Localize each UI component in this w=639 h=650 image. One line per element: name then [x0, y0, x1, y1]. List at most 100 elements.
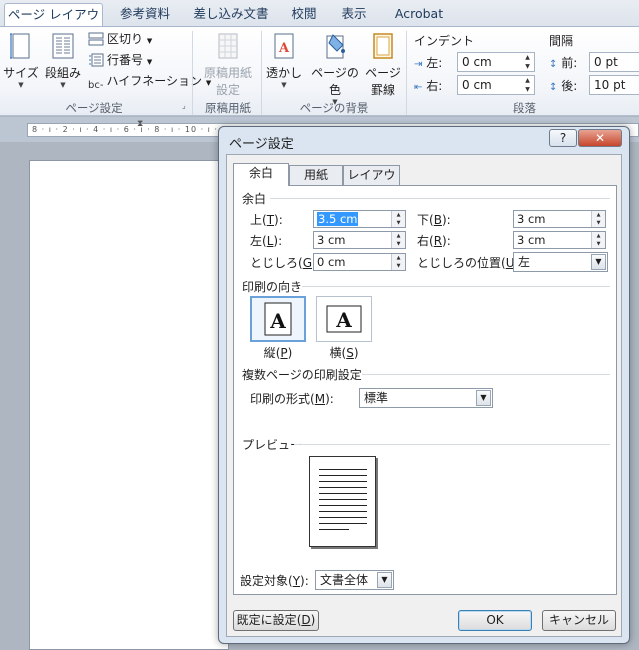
spacing-after-input[interactable]: 10 pt — [589, 75, 639, 95]
tab-mailings[interactable]: 差し込み文書 — [186, 3, 276, 26]
bottom-margin-input[interactable]: 3 cm ▲ ▼ — [513, 210, 606, 228]
cancel-button[interactable]: キャンセル — [542, 610, 616, 631]
chevron-down-icon[interactable]: ▼ — [377, 572, 392, 588]
page-setup-launcher-icon[interactable]: ⌟ — [182, 101, 186, 110]
gutter-position-select[interactable]: 左 ▼ — [513, 252, 608, 272]
gutter-input[interactable]: 0 cm ▲ ▼ — [313, 253, 406, 271]
portrait-icon-letter: A — [269, 309, 286, 333]
set-as-default-button[interactable]: 既定に設定(D) — [233, 610, 319, 631]
breaks-icon — [88, 32, 104, 46]
page-borders-label-line2: 罫線 — [370, 83, 395, 97]
ok-button[interactable]: OK — [458, 610, 532, 631]
ribbon: サイズ ▼ 段組み ▼ 区切り ▼ 行番号 ▼ bc- ハイフネーション ▼ ペー… — [0, 26, 639, 116]
help-button[interactable]: ? — [549, 129, 577, 147]
gutter-position-label: とじしろの位置(U): — [417, 256, 523, 270]
apply-to-label: 設定対象(Y): — [240, 574, 309, 588]
indent-right-input[interactable]: 0 cm ▲ ▼ — [457, 75, 535, 95]
paragraph-group-label: 段落 — [513, 101, 536, 115]
tab-paper[interactable]: 用紙 — [289, 165, 343, 185]
spacing-after-text: 後: — [561, 79, 578, 93]
top-margin-label: 上(T): — [250, 213, 283, 227]
page-color-icon — [326, 34, 345, 59]
bottom-margin-spin-icon[interactable]: ▲ ▼ — [591, 211, 605, 227]
svg-text:A: A — [278, 41, 290, 56]
indent-right-label: ⇤ 右: — [414, 77, 442, 94]
left-margin-value: 3 cm — [317, 233, 346, 247]
right-margin-spin-icon[interactable]: ▲ ▼ — [591, 232, 605, 248]
portrait-icon: A — [264, 302, 292, 336]
spacing-before-value: 0 pt — [594, 55, 618, 69]
portrait-option[interactable]: A — [250, 296, 306, 342]
left-margin-input[interactable]: 3 cm ▲ ▼ — [313, 231, 406, 249]
columns-button[interactable]: 段組み ▼ — [43, 31, 83, 89]
gutter-position-value: 左 — [518, 255, 531, 269]
spacing-before-label: ↕ 前: — [549, 54, 577, 71]
chevron-down-icon[interactable]: ▼ — [476, 390, 491, 406]
watermark-button[interactable]: A 透かし ▼ — [266, 31, 302, 89]
left-margin-spin-icon[interactable]: ▲ ▼ — [391, 232, 405, 248]
tab-layout[interactable]: レイアウト — [343, 165, 400, 200]
spacing-after-value: 10 pt — [594, 78, 626, 92]
page-color-label: ページの色 — [311, 66, 359, 97]
apply-to-select[interactable]: 文書全体 ▼ — [315, 570, 394, 590]
section-divider — [270, 198, 610, 199]
indent-left-label: ⇥ 左: — [414, 54, 442, 71]
document-page[interactable] — [29, 160, 229, 650]
manuscript-label-line1: 原稿用紙 — [203, 66, 252, 80]
top-margin-spin-icon[interactable]: ▲ ▼ — [391, 211, 405, 227]
gutter-value: 0 cm — [317, 255, 346, 269]
indent-right-spin-icon[interactable]: ▲ ▼ — [521, 76, 534, 94]
manuscript-group-label: 原稿用紙 — [205, 101, 251, 115]
hyphenation-icon: bc- — [88, 80, 104, 91]
tab-view[interactable]: 表示 — [334, 3, 374, 26]
columns-icon — [52, 33, 74, 59]
preview-page — [309, 456, 376, 547]
indent-left-spin-icon[interactable]: ▲ ▼ — [521, 53, 534, 71]
breaks-dropdown-icon: ▼ — [146, 37, 153, 45]
tab-page-layout[interactable]: ページ レイアウト — [4, 3, 103, 43]
print-format-select[interactable]: 標準 ▼ — [359, 388, 493, 408]
spacing-title: 間隔 — [549, 34, 574, 48]
page-color-button[interactable]: ページの色 ▼ — [306, 31, 364, 106]
spacing-after-icon: ↕ — [549, 82, 558, 93]
group-separator — [192, 31, 193, 115]
tab-margins[interactable]: 余白 — [233, 163, 289, 186]
group-separator — [261, 31, 262, 115]
ruler-indent-marker-icon[interactable]: ⧗ — [137, 119, 143, 129]
indent-right-text: 右: — [426, 79, 443, 93]
watermark-icon: A — [274, 33, 294, 59]
line-numbers-button[interactable]: 行番号 ▼ — [88, 51, 152, 70]
right-margin-input[interactable]: 3 cm ▲ ▼ — [513, 231, 606, 249]
landscape-option[interactable]: A — [316, 296, 372, 342]
bottom-margin-value: 3 cm — [517, 212, 546, 226]
indent-left-input[interactable]: 0 cm ▲ ▼ — [457, 52, 535, 72]
indent-right-value: 0 cm — [462, 78, 492, 92]
chevron-down-icon[interactable]: ▼ — [591, 254, 606, 270]
size-button[interactable]: サイズ ▼ — [3, 31, 39, 89]
background-group-label: ページの背景 — [299, 101, 369, 115]
tab-acrobat[interactable]: Acrobat — [386, 3, 452, 26]
manuscript-paper-icon — [218, 33, 238, 59]
portrait-label: 縦(P) — [263, 346, 293, 360]
gutter-spin-icon[interactable]: ▲ ▼ — [391, 254, 405, 270]
breaks-button[interactable]: 区切り ▼ — [88, 30, 152, 49]
group-separator — [406, 31, 407, 115]
page-borders-label-line1: ページ — [365, 66, 401, 80]
breaks-label: 区切り — [107, 32, 144, 46]
dialog-body: 余白 用紙 レイアウト 余白 上(T): 3.5 cm ▲▼ 下(B): 3 c… — [226, 154, 622, 637]
right-margin-label: 右(R): — [417, 234, 451, 248]
top-margin-input[interactable]: 3.5 cm ▲ ▼ — [313, 210, 406, 228]
bottom-margin-label: 下(B): — [417, 213, 451, 227]
tab-review[interactable]: 校閲 — [284, 3, 324, 26]
multiple-pages-section-title: 複数ページの印刷設定 — [242, 368, 362, 382]
spacing-before-input[interactable]: 0 pt — [589, 52, 639, 72]
line-numbers-dropdown-icon: ▼ — [146, 58, 153, 66]
page-borders-button[interactable]: ページ 罫線 — [365, 31, 401, 98]
tab-references[interactable]: 参考資料 — [112, 3, 178, 26]
spacing-before-icon: ↕ — [549, 59, 558, 70]
ribbon-tab-bar: ページ レイアウト 参考資料 差し込み文書 校閲 表示 Acrobat — [0, 0, 639, 43]
section-divider — [294, 444, 610, 445]
section-divider — [302, 286, 610, 287]
close-button[interactable]: ✕ — [578, 129, 622, 147]
watermark-label: 透かし — [266, 66, 303, 80]
